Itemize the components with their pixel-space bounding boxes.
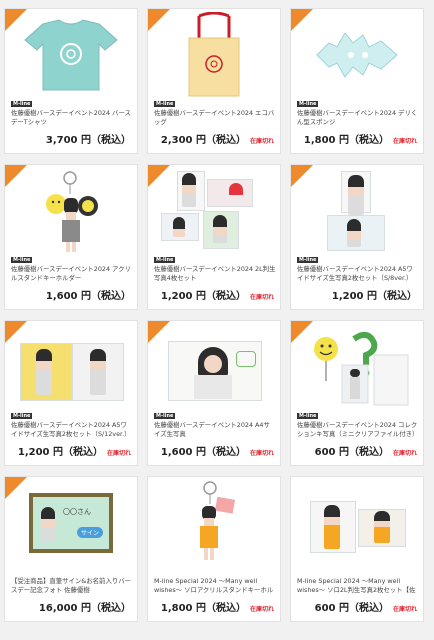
product-title[interactable]: 佐藤優樹バースデーイベント2024 2L判生写真4枚セット — [154, 265, 276, 283]
product-price: 1,200 円（税込） — [17, 447, 103, 458]
price-row: 1,600 円（税込） — [11, 287, 131, 302]
stock-status: 在庫切れ — [249, 450, 274, 457]
product-card[interactable]: M-line 佐藤優樹バースデーイベント2024 2L判生写真4枚セット 1,2… — [147, 164, 281, 310]
product-title[interactable]: 佐藤優樹バースデーイベント2024 A4サイズ生写真 — [154, 421, 276, 439]
brand-badge: M-line — [154, 101, 176, 107]
price-row: 1,200 円（税込） — [297, 287, 417, 302]
new-corner-flag — [5, 321, 27, 343]
stock-status: 在庫切れ — [392, 606, 417, 613]
product-price: 600 円（税込） — [314, 603, 389, 614]
new-corner-flag — [5, 477, 27, 499]
price-row: 3,700 円（税込） — [11, 131, 131, 146]
new-corner-flag — [148, 321, 170, 343]
brand-badge: M-line — [11, 413, 33, 419]
brand-badge: M-line — [297, 101, 319, 107]
signature-sign-label: サイン — [77, 527, 104, 538]
product-card[interactable]: M-line Special 2024 ～Many well wishes～ ソ… — [147, 476, 281, 622]
product-grid: M-line 佐藤優樹バースデーイベント2024 バースデーTシャツ 3,700… — [4, 8, 430, 622]
stock-status: 在庫切れ — [392, 450, 417, 457]
signature-name-label: 〇〇さん — [63, 508, 91, 516]
product-price: 16,000 円（税込） — [38, 603, 131, 614]
product-title[interactable]: 佐藤優樹バースデーイベント2024 コレクションキ写真（ミニクリアファイル付き）… — [297, 421, 419, 439]
price-row: 16,000 円（税込） — [11, 599, 131, 614]
price-row: 2,300 円（税込） 在庫切れ — [154, 131, 274, 146]
product-card[interactable]: M-line 佐藤優樹バースデーイベント2024 コレクションキ写真（ミニクリア… — [290, 320, 424, 466]
product-card[interactable]: M-line 佐藤優樹バースデーイベント2024 バースデーTシャツ 3,700… — [4, 8, 138, 154]
new-corner-flag — [291, 321, 313, 343]
product-title[interactable]: 【受注商品】直筆サイン&お名前入りバースデー記念フォト 佐藤優樹 — [11, 577, 133, 595]
product-price: 1,200 円（税込） — [331, 291, 417, 302]
product-price: 1,800 円（税込） — [160, 603, 246, 614]
product-price: 1,800 円（税込） — [303, 135, 389, 146]
brand-badge: M-line — [11, 101, 33, 107]
product-title[interactable]: M-line Special 2024 ～Many well wishes～ ソ… — [297, 577, 419, 595]
product-price: 3,700 円（税込） — [45, 135, 131, 146]
product-image-mline-keyholder[interactable] — [148, 477, 280, 569]
price-row: 1,200 円（税込） 在庫切れ — [154, 287, 274, 302]
price-row: 1,800 円（税込） 在庫切れ — [154, 599, 274, 614]
product-card[interactable]: M-line 佐藤優樹バースデーイベント2024 A4サイズ生写真 1,600 … — [147, 320, 281, 466]
price-row: 1,200 円（税込） 在庫切れ — [11, 443, 131, 458]
product-card[interactable]: M-line 佐藤優樹バースデーイベント2024 A5ワイドサイズ生写真2枚セッ… — [290, 164, 424, 310]
brand-badge: M-line — [154, 413, 176, 419]
product-title[interactable]: 佐藤優樹バースデーイベント2024 バースデーTシャツ — [11, 109, 133, 127]
product-price: 1,600 円（税込） — [160, 447, 246, 458]
stock-status: 在庫切れ — [392, 138, 417, 145]
product-card[interactable]: M-line 佐藤優樹バースデーイベント2024 A5ワイドサイズ生写真2枚セッ… — [4, 320, 138, 466]
product-title[interactable]: 佐藤優樹バースデーイベント2024 A5ワイドサイズ生写真2枚セット（S/12v… — [11, 421, 133, 439]
brand-badge: M-line — [297, 257, 319, 263]
product-title[interactable]: M-line Special 2024 ～Many well wishes～ ソ… — [154, 577, 276, 595]
product-card[interactable]: M-line 佐藤優樹バースデーイベント2024 アクリルスタンドキーホルダー … — [4, 164, 138, 310]
product-price: 1,600 円（税込） — [45, 291, 131, 302]
product-price: 1,200 円（税込） — [160, 291, 246, 302]
product-card[interactable]: M-line 佐藤優樹バースデーイベント2024 エコバッグ 2,300 円（税… — [147, 8, 281, 154]
new-corner-flag — [148, 165, 170, 187]
product-card[interactable]: 〇〇さん サイン 【受注商品】直筆サイン&お名前入りバースデー記念フォト 佐藤優… — [4, 476, 138, 622]
new-corner-flag — [291, 165, 313, 187]
new-corner-flag — [148, 9, 170, 31]
brand-badge: M-line — [154, 257, 176, 263]
stock-status: 在庫切れ — [106, 450, 131, 457]
new-corner-flag — [5, 165, 27, 187]
product-price: 2,300 円（税込） — [160, 135, 246, 146]
price-row: 600 円（税込） 在庫切れ — [297, 599, 417, 614]
stock-status: 在庫切れ — [249, 138, 274, 145]
stock-status: 在庫切れ — [249, 294, 274, 301]
product-card[interactable]: M-line Special 2024 ～Many well wishes～ ソ… — [290, 476, 424, 622]
price-row: 600 円（税込） 在庫切れ — [297, 443, 417, 458]
product-title[interactable]: 佐藤優樹バースデーイベント2024 A5ワイドサイズ生写真2枚セット（S/8ve… — [297, 265, 419, 283]
product-title[interactable]: 佐藤優樹バースデーイベント2024 エコバッグ — [154, 109, 276, 127]
price-row: 1,600 円（税込） 在庫切れ — [154, 443, 274, 458]
new-corner-flag — [291, 9, 313, 31]
price-row: 1,800 円（税込） 在庫切れ — [297, 131, 417, 146]
product-title[interactable]: 佐藤優樹バースデーイベント2024 デリくん型スポンジ — [297, 109, 419, 127]
product-price: 600 円（税込） — [314, 447, 389, 458]
brand-badge: M-line — [11, 257, 33, 263]
product-title[interactable]: 佐藤優樹バースデーイベント2024 アクリルスタンドキーホルダー — [11, 265, 133, 283]
product-card[interactable]: M-line 佐藤優樹バースデーイベント2024 デリくん型スポンジ 1,800… — [290, 8, 424, 154]
product-image-mline-photo-set[interactable] — [291, 477, 423, 569]
brand-badge: M-line — [297, 413, 319, 419]
stock-status: 在庫切れ — [249, 606, 274, 613]
new-corner-flag — [5, 9, 27, 31]
